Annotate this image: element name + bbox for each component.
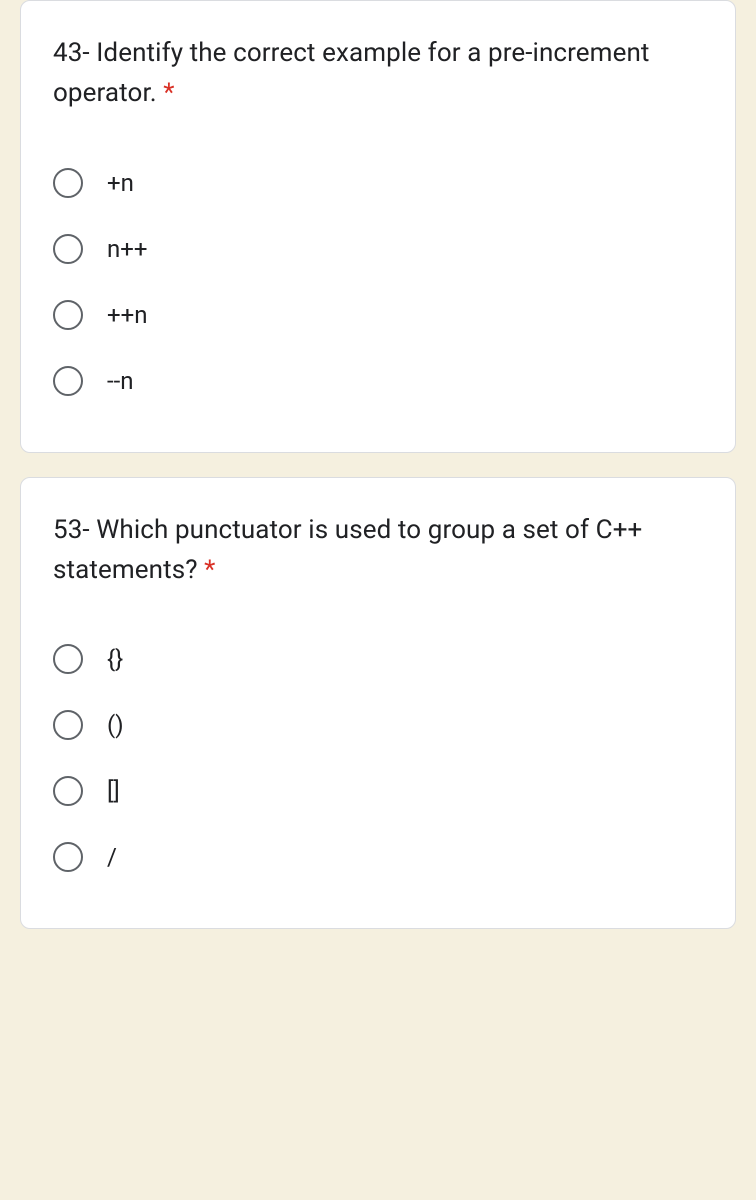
option-label: ++n — [107, 301, 148, 329]
option-label: () — [107, 711, 124, 739]
required-indicator: * — [204, 555, 215, 585]
question-title: 53- Which punctuator is used to group a … — [53, 510, 703, 591]
radio-option[interactable]: --n — [53, 348, 703, 414]
radio-icon — [53, 842, 83, 872]
required-indicator: * — [163, 78, 174, 108]
radio-icon — [53, 168, 83, 198]
question-text-content: 53- Which punctuator is used to group a … — [53, 515, 642, 585]
question-text-content: 43- Identify the correct example for a p… — [53, 38, 650, 108]
radio-icon — [53, 300, 83, 330]
radio-option[interactable]: n++ — [53, 216, 703, 282]
option-label: {} — [107, 645, 123, 673]
radio-icon — [53, 776, 83, 806]
question-card: 43- Identify the correct example for a p… — [20, 0, 736, 453]
question-title: 43- Identify the correct example for a p… — [53, 33, 703, 114]
radio-icon — [53, 234, 83, 264]
radio-option[interactable]: [] — [53, 758, 703, 824]
options-container: {} () [] / — [53, 626, 703, 890]
option-label: n++ — [107, 235, 148, 263]
radio-option[interactable]: () — [53, 692, 703, 758]
option-label: [] — [107, 777, 120, 805]
radio-option[interactable]: ++n — [53, 282, 703, 348]
radio-icon — [53, 366, 83, 396]
radio-option[interactable]: +n — [53, 150, 703, 216]
radio-option[interactable]: {} — [53, 626, 703, 692]
radio-icon — [53, 644, 83, 674]
option-label: +n — [107, 169, 134, 197]
option-label: --n — [107, 367, 134, 395]
options-container: +n n++ ++n --n — [53, 150, 703, 414]
radio-icon — [53, 710, 83, 740]
option-label: / — [107, 843, 117, 871]
question-card: 53- Which punctuator is used to group a … — [20, 477, 736, 930]
radio-option[interactable]: / — [53, 824, 703, 890]
